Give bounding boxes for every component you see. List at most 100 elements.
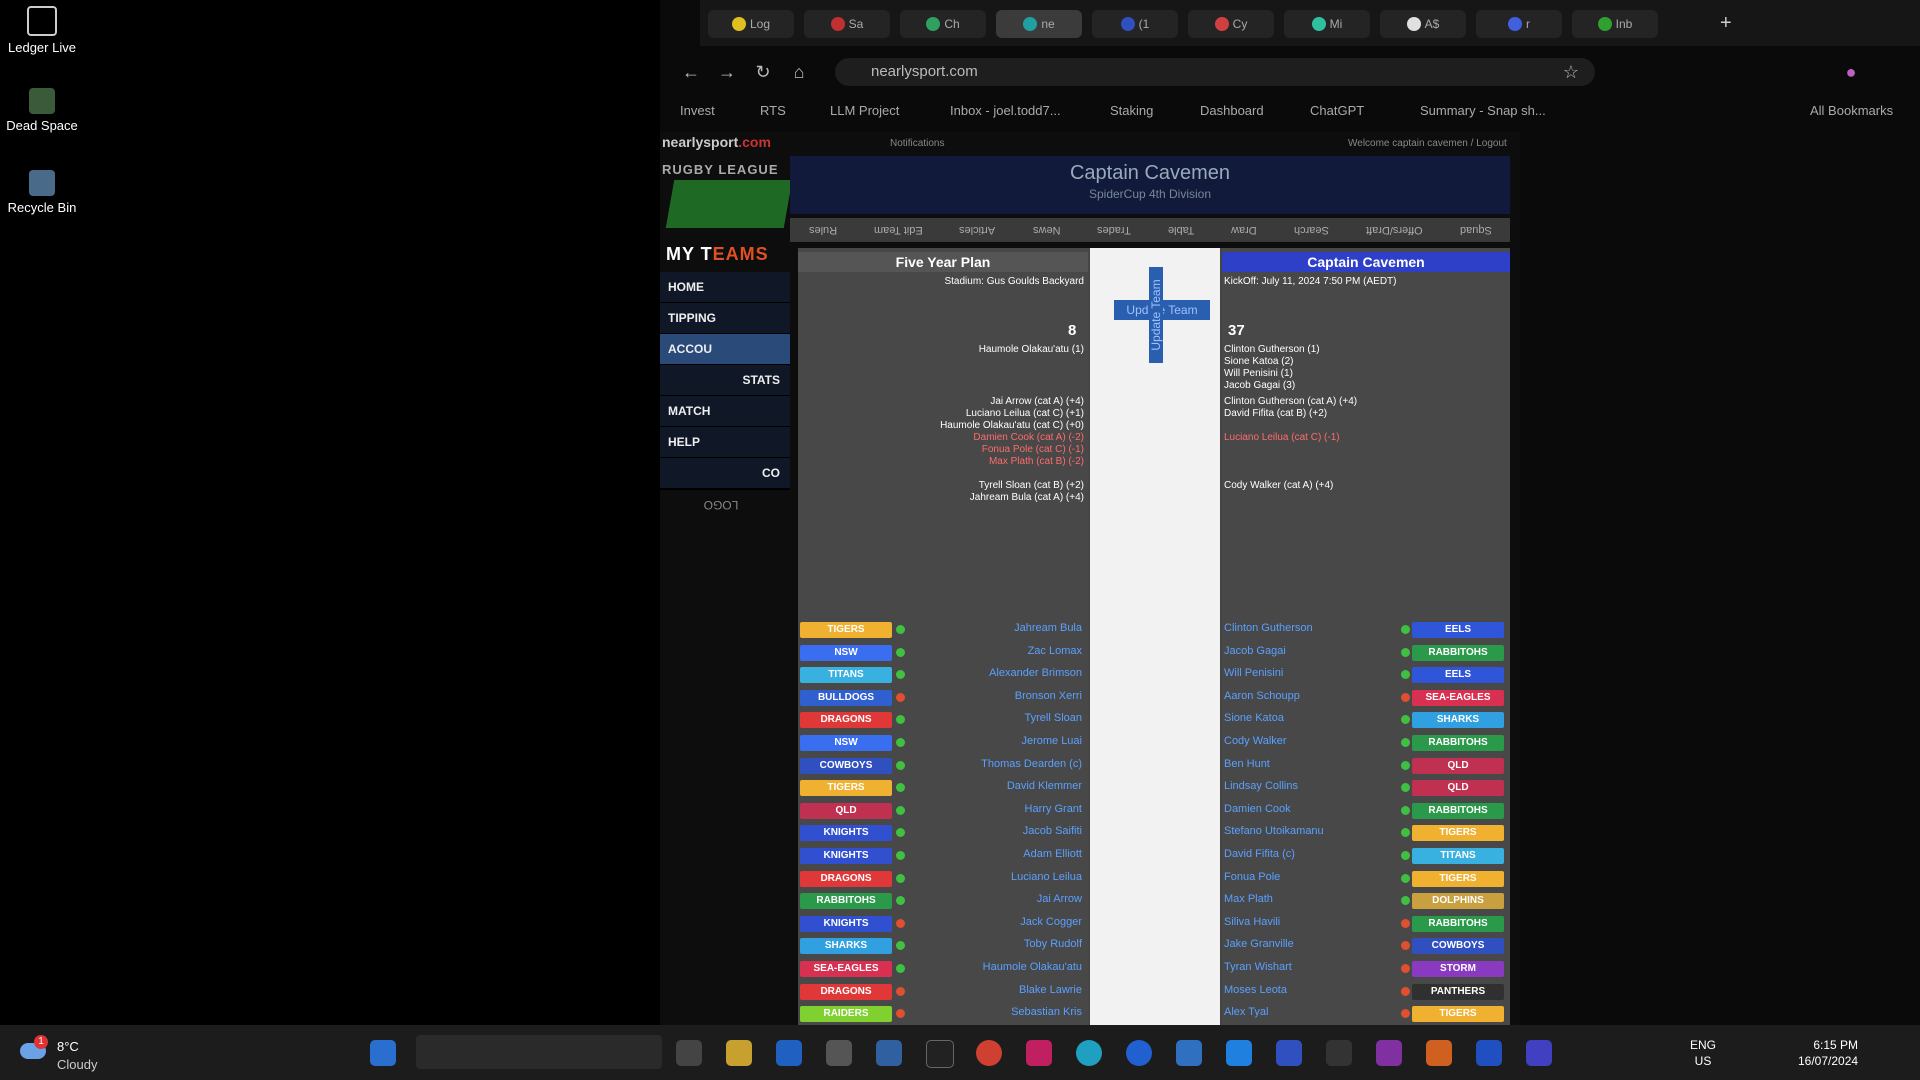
notification-badge: 1 xyxy=(34,1035,48,1049)
bookmark[interactable]: Summary - Snap sh... xyxy=(1420,103,1546,118)
sidenav-home[interactable]: HOME xyxy=(660,272,790,303)
tab[interactable]: Cy xyxy=(1188,10,1274,38)
url-input[interactable]: nearlysport.com xyxy=(835,58,1595,86)
welcome-text[interactable]: Welcome captain cavemen / Logout xyxy=(1348,138,1507,149)
nav-search[interactable]: Search xyxy=(1294,224,1329,236)
desktop-icon-dead-space[interactable]: Dead Space xyxy=(6,88,78,133)
sidenav-stats[interactable]: STATS xyxy=(660,365,790,396)
right-player-name[interactable]: Lindsay Collins xyxy=(1224,780,1298,792)
right-player-name[interactable]: Jacob Gagai xyxy=(1224,645,1286,657)
start-icon[interactable] xyxy=(370,1040,396,1066)
bookmark[interactable]: Invest xyxy=(680,103,715,118)
tab[interactable]: Sa xyxy=(804,10,890,38)
update-team-vertical[interactable]: Update Team xyxy=(1144,267,1168,368)
right-player-name[interactable]: Max Plath xyxy=(1224,893,1273,905)
sidenav-match[interactable]: MATCH xyxy=(660,396,790,427)
reload-icon[interactable]: ↻ xyxy=(752,62,774,84)
sidenav-account[interactable]: ACCOU xyxy=(660,334,790,365)
app-icon[interactable] xyxy=(1476,1040,1502,1066)
taskview-icon[interactable] xyxy=(676,1040,702,1066)
right-player-name[interactable]: Jake Granville xyxy=(1224,938,1294,950)
tab[interactable]: r xyxy=(1476,10,1562,38)
bookmark[interactable]: LLM Project xyxy=(830,103,899,118)
right-player-name[interactable]: Siliva Havili xyxy=(1224,916,1280,928)
7zip-icon[interactable] xyxy=(1326,1040,1352,1066)
taskbar-search[interactable] xyxy=(416,1035,662,1069)
file-explorer-icon[interactable] xyxy=(726,1040,752,1066)
clock[interactable]: 6:15 PM 16/07/2024 xyxy=(1798,1037,1858,1069)
right-player-name[interactable]: Moses Leota xyxy=(1224,984,1287,996)
snipping-icon[interactable] xyxy=(1026,1040,1052,1066)
nav-table[interactable]: Table xyxy=(1168,224,1194,236)
tab[interactable]: Ch xyxy=(900,10,986,38)
bookmark[interactable]: Staking xyxy=(1110,103,1153,118)
right-player-name[interactable]: Cody Walker xyxy=(1224,735,1287,747)
left-extra: Tyrell Sloan (cat B) (+2) xyxy=(978,480,1084,491)
back-icon[interactable]: ← xyxy=(680,62,702,84)
settings-icon[interactable] xyxy=(826,1040,852,1066)
bookmark[interactable]: Dashboard xyxy=(1200,103,1264,118)
tab[interactable]: Inb xyxy=(1572,10,1658,38)
tab[interactable]: Mi xyxy=(1284,10,1370,38)
nav-draw[interactable]: Draw xyxy=(1231,224,1257,236)
sidenav-contact[interactable]: CO xyxy=(660,458,790,489)
tab[interactable]: A$ xyxy=(1380,10,1466,38)
sidenav-tipping[interactable]: TIPPING xyxy=(660,303,790,334)
right-player-name[interactable]: Clinton Gutherson xyxy=(1224,622,1313,634)
all-bookmarks[interactable]: All Bookmarks xyxy=(1810,103,1893,118)
bookmark[interactable]: RTS xyxy=(760,103,786,118)
right-player-name[interactable]: Will Penisini xyxy=(1224,667,1283,679)
right-player-name[interactable]: Stefano Utoikamanu xyxy=(1224,825,1324,837)
right-player-name[interactable]: Aaron Schoupp xyxy=(1224,690,1300,702)
right-team-name[interactable]: Captain Cavemen xyxy=(1222,252,1510,272)
bookmark[interactable]: ChatGPT xyxy=(1310,103,1364,118)
steam-icon[interactable] xyxy=(1126,1040,1152,1066)
nav-edit-team[interactable]: Edit Team xyxy=(874,224,923,236)
home-icon[interactable]: ⌂ xyxy=(788,62,810,84)
nav-trades[interactable]: Trades xyxy=(1097,224,1131,236)
tab[interactable]: (1 xyxy=(1092,10,1178,38)
left-team-name[interactable]: Five Year Plan xyxy=(798,252,1088,272)
sidenav-logout[interactable]: LOGO xyxy=(660,489,790,520)
star-icon[interactable]: ☆ xyxy=(1560,62,1582,84)
right-team-badge: PANTHERS xyxy=(1412,983,1504,1000)
right-player-name[interactable]: Damien Cook xyxy=(1224,803,1291,815)
forward-icon[interactable]: → xyxy=(716,62,738,84)
nav-articles[interactable]: Articles xyxy=(959,224,995,236)
edge-icon[interactable] xyxy=(1076,1040,1102,1066)
calculator-icon[interactable] xyxy=(876,1040,902,1066)
profile-icon[interactable]: ● xyxy=(1840,62,1862,84)
app-icon[interactable] xyxy=(1176,1040,1202,1066)
store-icon[interactable] xyxy=(776,1040,802,1066)
right-player-name[interactable]: Sione Katoa xyxy=(1224,712,1284,724)
tab-active[interactable]: ne xyxy=(996,10,1082,38)
taskbar: 1 8°C Cloudy ENG US 6:15 PM 16/07/2024 xyxy=(0,1025,1920,1080)
right-player-name[interactable]: Ben Hunt xyxy=(1224,758,1270,770)
app-icon[interactable] xyxy=(1276,1040,1302,1066)
right-player-name[interactable]: David Fifita (c) xyxy=(1224,848,1295,860)
language-indicator[interactable]: ENG US xyxy=(1690,1037,1716,1069)
sidenav-help[interactable]: HELP xyxy=(660,427,790,458)
nav-rules[interactable]: Rules xyxy=(809,224,837,236)
new-tab-button[interactable]: + xyxy=(1720,12,1732,35)
onenote-icon[interactable] xyxy=(1376,1040,1402,1066)
notifications-link[interactable]: Notifications xyxy=(890,138,944,149)
right-extra: Cody Walker (cat A) (+4) xyxy=(1224,480,1334,491)
right-player-name[interactable]: Tyran Wishart xyxy=(1224,961,1292,973)
app-icon[interactable] xyxy=(1426,1040,1452,1066)
right-player-name[interactable]: Alex Tyal xyxy=(1224,1006,1268,1018)
desktop-icon-ledger-live[interactable]: Ledger Live xyxy=(6,6,78,55)
chrome-icon[interactable] xyxy=(976,1040,1002,1066)
nav-offers-draft[interactable]: Offers/Draft xyxy=(1366,224,1423,236)
terminal-icon[interactable] xyxy=(926,1040,954,1068)
right-player-name[interactable]: Fonua Pole xyxy=(1224,871,1280,883)
nav-squad[interactable]: Squad xyxy=(1460,224,1492,236)
tab[interactable]: Log xyxy=(708,10,794,38)
bookmark[interactable]: Inbox - joel.todd7... xyxy=(950,103,1061,118)
nav-news[interactable]: News xyxy=(1033,224,1061,236)
app-icon[interactable] xyxy=(1526,1040,1552,1066)
site-logo[interactable]: nearlysport.com xyxy=(662,134,771,150)
desktop-icon-recycle-bin[interactable]: Recycle Bin xyxy=(6,170,78,215)
app-icon[interactable] xyxy=(1226,1040,1252,1066)
right-player-row: QLD Lindsay Collins xyxy=(798,780,1510,798)
